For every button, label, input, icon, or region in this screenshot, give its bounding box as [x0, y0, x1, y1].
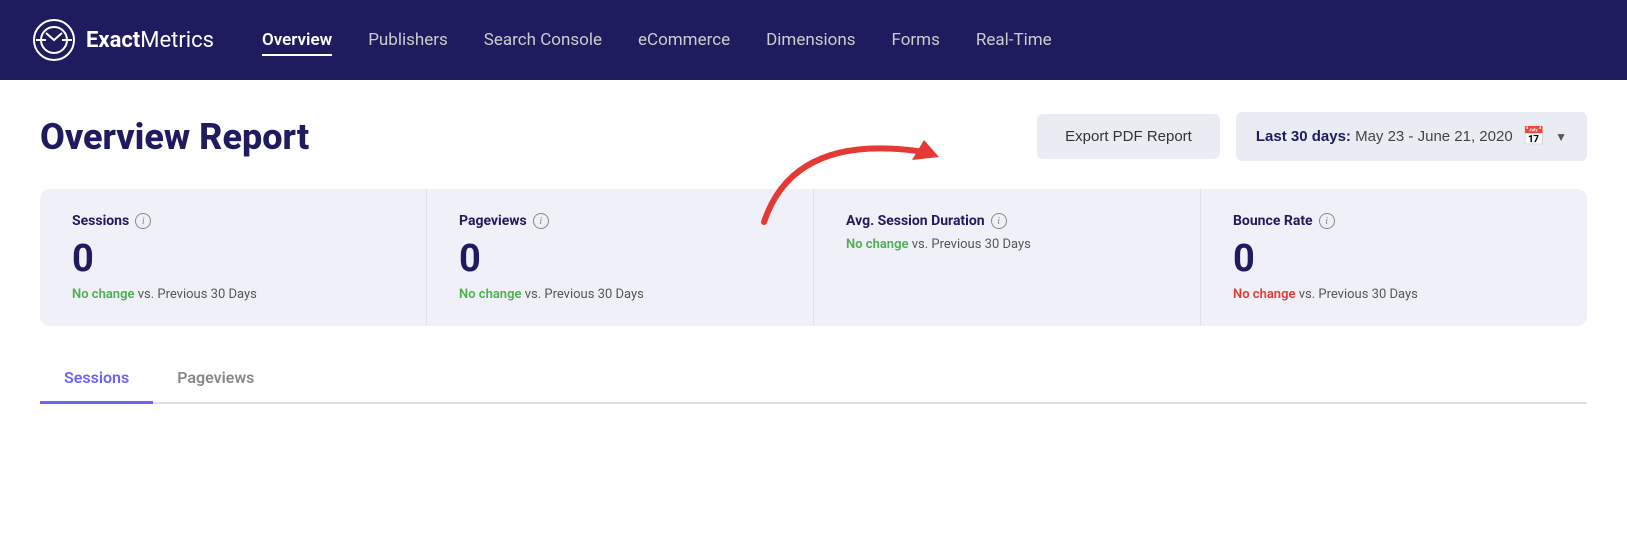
avg-session-label: Avg. Session Duration i [846, 213, 1168, 229]
nav-item-search-console[interactable]: Search Console [484, 30, 602, 50]
tabs-row: Sessions Pageviews [40, 354, 1587, 404]
export-pdf-button[interactable]: Export PDF Report [1037, 114, 1220, 159]
tab-sessions[interactable]: Sessions [40, 354, 153, 404]
bounce-rate-value: 0 [1233, 237, 1555, 281]
nav-item-realtime[interactable]: Real-Time [976, 30, 1052, 50]
nav-menu: Overview Publishers Search Console eComm… [262, 30, 1052, 50]
chevron-down-icon: ▼ [1555, 130, 1567, 144]
nav-item-dimensions[interactable]: Dimensions [766, 30, 855, 50]
avg-session-info-icon[interactable]: i [991, 213, 1007, 229]
sessions-label: Sessions i [72, 213, 394, 229]
pageviews-change: No change vs. Previous 30 Days [459, 287, 781, 302]
main-content: Overview Report Export PDF Report Last 3… [0, 80, 1627, 550]
sessions-info-icon[interactable]: i [135, 213, 151, 229]
date-range-button[interactable]: Last 30 days: May 23 - June 21, 2020 📅 ▼ [1236, 112, 1587, 161]
sessions-value: 0 [72, 237, 394, 281]
avg-session-change: No change vs. Previous 30 Days [846, 237, 1168, 252]
pageviews-label: Pageviews i [459, 213, 781, 229]
nav-item-overview[interactable]: Overview [262, 30, 332, 50]
page-title: Overview Report [40, 116, 309, 158]
bounce-rate-info-icon[interactable]: i [1319, 213, 1335, 229]
date-range-label: Last 30 days: May 23 - June 21, 2020 [1256, 128, 1513, 145]
calendar-icon: 📅 [1523, 126, 1545, 147]
navbar: ExactMetrics Overview Publishers Search … [0, 0, 1627, 80]
logo[interactable]: ExactMetrics [32, 18, 214, 62]
tab-pageviews[interactable]: Pageviews [153, 354, 278, 404]
header-actions: Export PDF Report Last 30 days: May 23 -… [1037, 112, 1587, 161]
nav-item-publishers[interactable]: Publishers [368, 30, 448, 50]
header-row: Overview Report Export PDF Report Last 3… [40, 112, 1587, 161]
stat-bounce-rate: Bounce Rate i 0 No change vs. Previous 3… [1201, 189, 1587, 326]
bounce-rate-label: Bounce Rate i [1233, 213, 1555, 229]
bounce-rate-change: No change vs. Previous 30 Days [1233, 287, 1555, 302]
stat-sessions: Sessions i 0 No change vs. Previous 30 D… [40, 189, 427, 326]
nav-item-forms[interactable]: Forms [892, 30, 940, 50]
nav-item-ecommerce[interactable]: eCommerce [638, 30, 730, 50]
logo-icon [32, 18, 76, 62]
pageviews-info-icon[interactable]: i [533, 213, 549, 229]
brand-name: ExactMetrics [86, 28, 214, 53]
stats-card: Sessions i 0 No change vs. Previous 30 D… [40, 189, 1587, 326]
stat-avg-session: Avg. Session Duration i No change vs. Pr… [814, 189, 1201, 326]
stat-pageviews: Pageviews i 0 No change vs. Previous 30 … [427, 189, 814, 326]
sessions-change: No change vs. Previous 30 Days [72, 287, 394, 302]
pageviews-value: 0 [459, 237, 781, 281]
